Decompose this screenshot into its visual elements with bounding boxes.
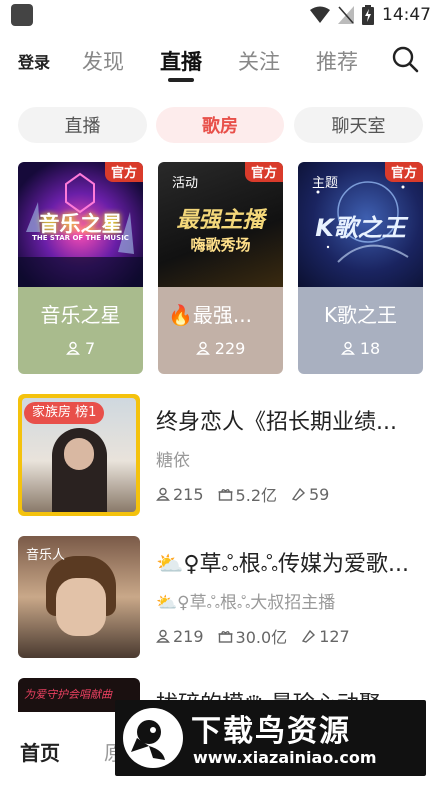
like-stat: 59 xyxy=(291,485,329,504)
user-icon xyxy=(156,487,170,501)
viewer-count-value: 229 xyxy=(214,339,246,358)
like-icon xyxy=(291,487,306,501)
watermark-url: www.xiazainiao.com xyxy=(193,748,377,767)
user-icon xyxy=(156,629,170,643)
viewer-count-value: 7 xyxy=(84,339,96,358)
room-card-footer: K歌之王 18 xyxy=(298,287,423,374)
room-viewer-count: 7 xyxy=(18,339,143,358)
search-icon[interactable] xyxy=(391,45,419,73)
room-title: ⛅♀草ஃ根ஃ传媒为爱歌... xyxy=(156,552,409,577)
like-value: 59 xyxy=(309,484,330,504)
like-icon xyxy=(302,629,316,643)
active-tab-indicator xyxy=(168,78,194,82)
watermark-banner: 下载鸟资源 www.xiazainiao.com xyxy=(115,700,426,776)
cover-subtitle: 嗨歌秀场 xyxy=(190,236,251,254)
viewer-stat: 219 xyxy=(156,627,204,646)
room-viewer-count: 18 xyxy=(298,339,423,358)
chip-song-room[interactable]: 歌房 xyxy=(156,107,284,143)
gift-stat: 5.2亿 xyxy=(218,482,277,506)
official-badge: 官方 xyxy=(104,162,143,182)
user-icon xyxy=(195,341,210,355)
room-card-footer: 🔥最强... 229 xyxy=(158,287,283,374)
room-cover-image: 活动 最强主播 嗨歌秀场 官方 xyxy=(158,162,283,287)
room-name: 音乐之星 xyxy=(40,303,121,327)
battery-charging-icon xyxy=(362,5,374,25)
like-value: 127 xyxy=(319,626,350,646)
user-icon xyxy=(340,341,355,355)
musician-tag: 音乐人 xyxy=(26,548,66,563)
signal-off-icon xyxy=(338,6,354,24)
room-cover-image: 主题 K歌之王 官方 xyxy=(298,162,423,287)
user-icon xyxy=(65,341,80,355)
wifi-icon xyxy=(310,6,330,23)
chip-label: 直播 xyxy=(64,116,101,137)
app-notification-icon xyxy=(11,4,33,26)
person-face xyxy=(64,438,94,470)
room-viewer-count: 229 xyxy=(158,339,283,358)
cover-title: K歌之王 xyxy=(315,214,406,242)
room-stats: 215 5.2亿 59 xyxy=(156,482,329,506)
room-list-item[interactable]: 家族房 榜1 终身恋人《招长期业绩... 糖依 215 5.2亿 59 xyxy=(18,394,428,516)
tab-discover[interactable]: 发现 xyxy=(82,46,124,76)
host-name: ⛅♀草ஃ根ஃ大叔招主播 xyxy=(156,593,336,613)
gift-value: 30.0亿 xyxy=(235,628,288,647)
gift-icon xyxy=(218,489,233,501)
room-card[interactable]: 活动 最强主播 嗨歌秀场 官方 🔥最强... 229 xyxy=(158,162,283,374)
gift-value: 5.2亿 xyxy=(235,486,277,505)
thumbnail-text: 为爱守护会唱献曲 xyxy=(24,688,112,701)
room-name: K歌之王 xyxy=(323,303,398,327)
cover-subtitle: THE STAR OF THE MUSIC xyxy=(32,234,129,242)
viewer-count-value: 215 xyxy=(173,484,204,504)
viewer-count-value: 18 xyxy=(359,339,381,358)
tab-recommend[interactable]: 推荐 xyxy=(316,46,358,76)
activity-tag: 活动 xyxy=(172,176,199,191)
bird-logo-icon xyxy=(123,708,183,768)
chip-label: 歌房 xyxy=(202,116,238,137)
top-nav: 登录 发现 直播 关注 推荐 xyxy=(0,40,441,84)
login-button[interactable]: 登录 xyxy=(18,49,50,73)
watermark-title: 下载鸟资源 xyxy=(191,714,351,749)
gift-stat: 30.0亿 xyxy=(218,624,288,648)
status-time: 14:47 xyxy=(382,5,431,25)
room-thumbnail: 家族房 榜1 xyxy=(18,394,140,516)
viewer-stat: 215 xyxy=(156,485,204,504)
chip-live[interactable]: 直播 xyxy=(18,107,147,143)
status-icons: 14:47 xyxy=(310,3,431,27)
room-stats: 219 30.0亿 127 xyxy=(156,624,350,648)
tab-live[interactable]: 直播 xyxy=(160,46,202,76)
gift-icon xyxy=(218,631,233,643)
room-name: 🔥最强... xyxy=(168,303,252,327)
room-list-item[interactable]: 音乐人 ⛅♀草ஃ根ஃ传媒为爱歌... ⛅♀草ஃ根ஃ大叔招主播 219 30.0亿… xyxy=(18,536,428,658)
theme-tag: 主题 xyxy=(312,176,339,191)
bottom-tab-home[interactable]: 首页 xyxy=(20,737,60,766)
status-bar: 14:47 xyxy=(0,0,441,30)
tab-follow[interactable]: 关注 xyxy=(238,46,280,76)
room-cover-image: 音乐之星 THE STAR OF THE MUSIC 官方 xyxy=(18,162,143,287)
room-title: 终身恋人《招长期业绩... xyxy=(156,410,397,435)
family-rank-badge: 家族房 榜1 xyxy=(24,402,105,424)
chip-chat-room[interactable]: 聊天室 xyxy=(294,107,423,143)
like-stat: 127 xyxy=(301,627,350,646)
room-card-footer: 音乐之星 7 xyxy=(18,287,143,374)
room-thumbnail: 音乐人 xyxy=(18,536,140,658)
room-card[interactable]: 主题 K歌之王 官方 K歌之王 18 xyxy=(298,162,423,374)
chip-label: 聊天室 xyxy=(331,116,386,137)
room-card[interactable]: 音乐之星 THE STAR OF THE MUSIC 官方 音乐之星 7 xyxy=(18,162,143,374)
person-face xyxy=(56,578,106,636)
official-badge: 官方 xyxy=(244,162,283,182)
host-name: 糖依 xyxy=(156,451,190,471)
viewer-count-value: 219 xyxy=(173,626,204,646)
cover-title: 最强主播 xyxy=(176,208,265,233)
official-badge: 官方 xyxy=(384,162,423,182)
